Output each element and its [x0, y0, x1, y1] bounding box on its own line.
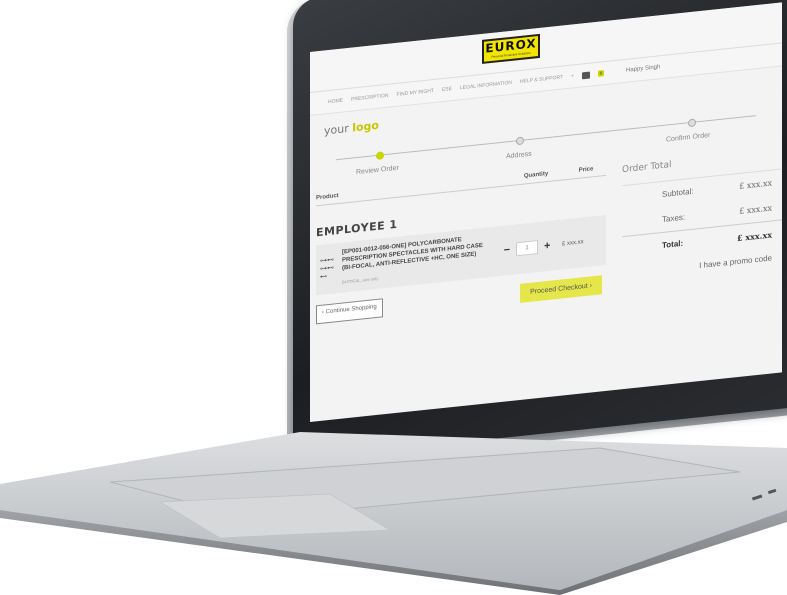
logo-highlight: logo [352, 118, 379, 135]
taxes-label: Taxes: [662, 212, 686, 225]
continue-shopping-button[interactable]: ‹ Continue Shopping [316, 298, 383, 325]
checkout-label: Proceed Checkout [530, 282, 588, 296]
cart-count-badge: 0 [598, 70, 604, 77]
subtotal-value: £ xxx.xx [739, 178, 772, 191]
logo-prefix: your [324, 121, 353, 138]
nav-legal[interactable]: LEGAL INFORMATION [460, 80, 512, 91]
nav-prescription[interactable]: PRESCRIPTION [351, 93, 389, 103]
nav-home[interactable]: HOME [328, 98, 343, 106]
increase-button[interactable]: + [544, 240, 550, 253]
user-menu[interactable]: Happy Singh [626, 64, 660, 74]
nav-ese[interactable]: ESE [442, 86, 452, 93]
order-total-panel: Order Total Subtotal: £ xxx.xx Taxes: £ … [606, 142, 782, 293]
subtotal-label: Subtotal: [662, 186, 694, 200]
step-dot-address [516, 136, 524, 146]
col-price: Price [578, 166, 594, 174]
laptop-base [0, 390, 787, 595]
eurox-logo[interactable]: EUROX Personal Protective Solutions [482, 33, 540, 64]
nav-find-my-right[interactable]: FIND MY RIGHT [397, 88, 434, 98]
laptop-screen: EUROX Personal Protective Solutions HOME… [310, 2, 782, 422]
laptop-base-graphic [0, 432, 787, 595]
decrease-button[interactable]: − [504, 244, 510, 257]
step-dot-review [376, 151, 384, 161]
item-price: £ xxx.xx [562, 239, 584, 248]
nav-plus[interactable]: + [571, 73, 574, 79]
total-label: Total: [662, 238, 684, 251]
glasses-icon: ⊶⊷ ⊶⊷ ⊷ [320, 256, 334, 281]
cart-icon[interactable] [582, 71, 590, 79]
step-dot-confirm [688, 118, 696, 128]
step-review-label[interactable]: Review Order [356, 165, 399, 176]
quantity-input[interactable]: 1 [516, 240, 538, 257]
continue-label: Continue Shopping [325, 303, 377, 316]
item-description: [EP001-0012-056-ONE] POLYCARBONATE PRESC… [342, 233, 492, 287]
proceed-checkout-button[interactable]: Proceed Checkout › [520, 275, 602, 303]
step-confirm-label[interactable]: Confirm Order [666, 132, 710, 144]
total-value: £ xxx.xx [737, 229, 772, 244]
quantity-stepper: − 1 + [492, 238, 562, 259]
taxes-value: £ xxx.xx [739, 203, 772, 216]
col-quantity: Quantity [523, 170, 549, 180]
nav-help[interactable]: HELP & SUPPORT [520, 74, 563, 85]
step-address-label[interactable]: Address [506, 151, 532, 161]
